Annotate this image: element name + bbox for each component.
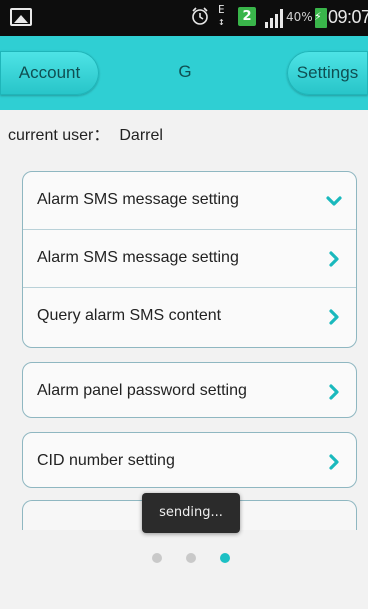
list-item-label: Alarm panel password setting — [37, 382, 247, 399]
sending-toast: sending... — [142, 493, 240, 533]
list-item-label: CID number setting — [37, 452, 175, 469]
settings-button[interactable]: Settings — [287, 51, 368, 95]
list-item-alarm-sms-setting-expanded[interactable]: Alarm SMS message setting — [23, 172, 356, 230]
page-indicator — [152, 553, 232, 565]
gallery-icon — [10, 8, 32, 26]
network-type-indicator: E ↕ — [218, 3, 225, 28]
signal-icon — [265, 9, 283, 28]
chevron-right-icon — [329, 251, 339, 267]
page-dot-3-active[interactable] — [220, 553, 230, 563]
list-item-alarm-panel-password[interactable]: Alarm panel password setting — [23, 363, 356, 417]
page-title: G — [178, 62, 192, 81]
status-bar: E↕ 2 40% 09:07 — [0, 0, 368, 36]
page-dot-1[interactable] — [152, 553, 162, 563]
chevron-down-icon — [326, 196, 342, 206]
current-user-label: current user： — [8, 127, 110, 144]
clock-time: 09:07 — [328, 7, 368, 27]
list-item-query-alarm-sms[interactable]: Query alarm SMS content — [23, 288, 356, 346]
list-item-alarm-sms-setting[interactable]: Alarm SMS message setting — [23, 230, 356, 288]
list-item-label: Alarm SMS message setting — [37, 249, 239, 266]
battery-charging-icon — [314, 8, 327, 28]
settings-group-cid: CID number setting — [22, 432, 357, 488]
battery-percent: 40% — [286, 10, 313, 24]
account-button[interactable]: Account — [0, 51, 99, 95]
page-dot-2[interactable] — [186, 553, 196, 563]
chevron-right-icon — [329, 454, 339, 470]
list-item-label: Alarm SMS message setting — [37, 191, 239, 208]
list-item-label: Query alarm SMS content — [37, 307, 222, 324]
current-user-value: Darrel — [119, 127, 163, 144]
settings-group-password: Alarm panel password setting — [22, 362, 357, 418]
list-item-cid-number[interactable]: CID number setting — [23, 433, 356, 487]
chevron-right-icon — [329, 309, 339, 325]
sim-icon: 2 — [238, 7, 256, 26]
current-user-line: current user： Darrel — [8, 121, 163, 145]
settings-group-sms: Alarm SMS message setting Alarm SMS mess… — [22, 171, 357, 348]
alarm-clock-icon — [192, 7, 208, 25]
chevron-right-icon — [329, 384, 339, 400]
app-header: Account G Settings — [0, 36, 368, 110]
